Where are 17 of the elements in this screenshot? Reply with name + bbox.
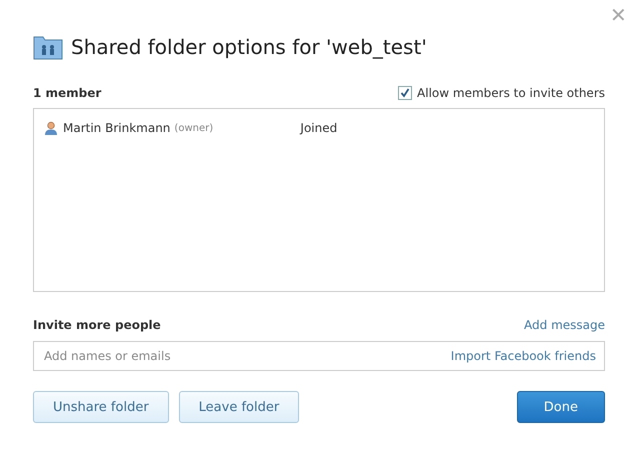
member-name: Martin Brinkmann [63,121,170,135]
invite-field[interactable]: Add names or emails Import Facebook friends [33,341,605,371]
dialog-title: Shared folder options for 'web_test' [71,35,427,59]
checkbox-label: Allow members to invite others [417,86,605,100]
checkbox[interactable] [398,86,412,100]
close-button[interactable]: ✕ [610,6,627,26]
done-button[interactable]: Done [516,391,605,423]
shared-folder-icon [33,34,63,60]
import-facebook-link[interactable]: Import Facebook friends [450,349,596,363]
user-icon [44,121,58,135]
invite-label: Invite more people [33,318,161,332]
member-role: (owner) [174,122,214,134]
member-status: Joined [300,121,338,135]
add-message-link[interactable]: Add message [524,318,605,332]
folder-button[interactable]: Unshare folder [33,391,169,423]
folder-button[interactable]: Leave folder [178,391,300,423]
member-count: 1 member [33,86,102,100]
